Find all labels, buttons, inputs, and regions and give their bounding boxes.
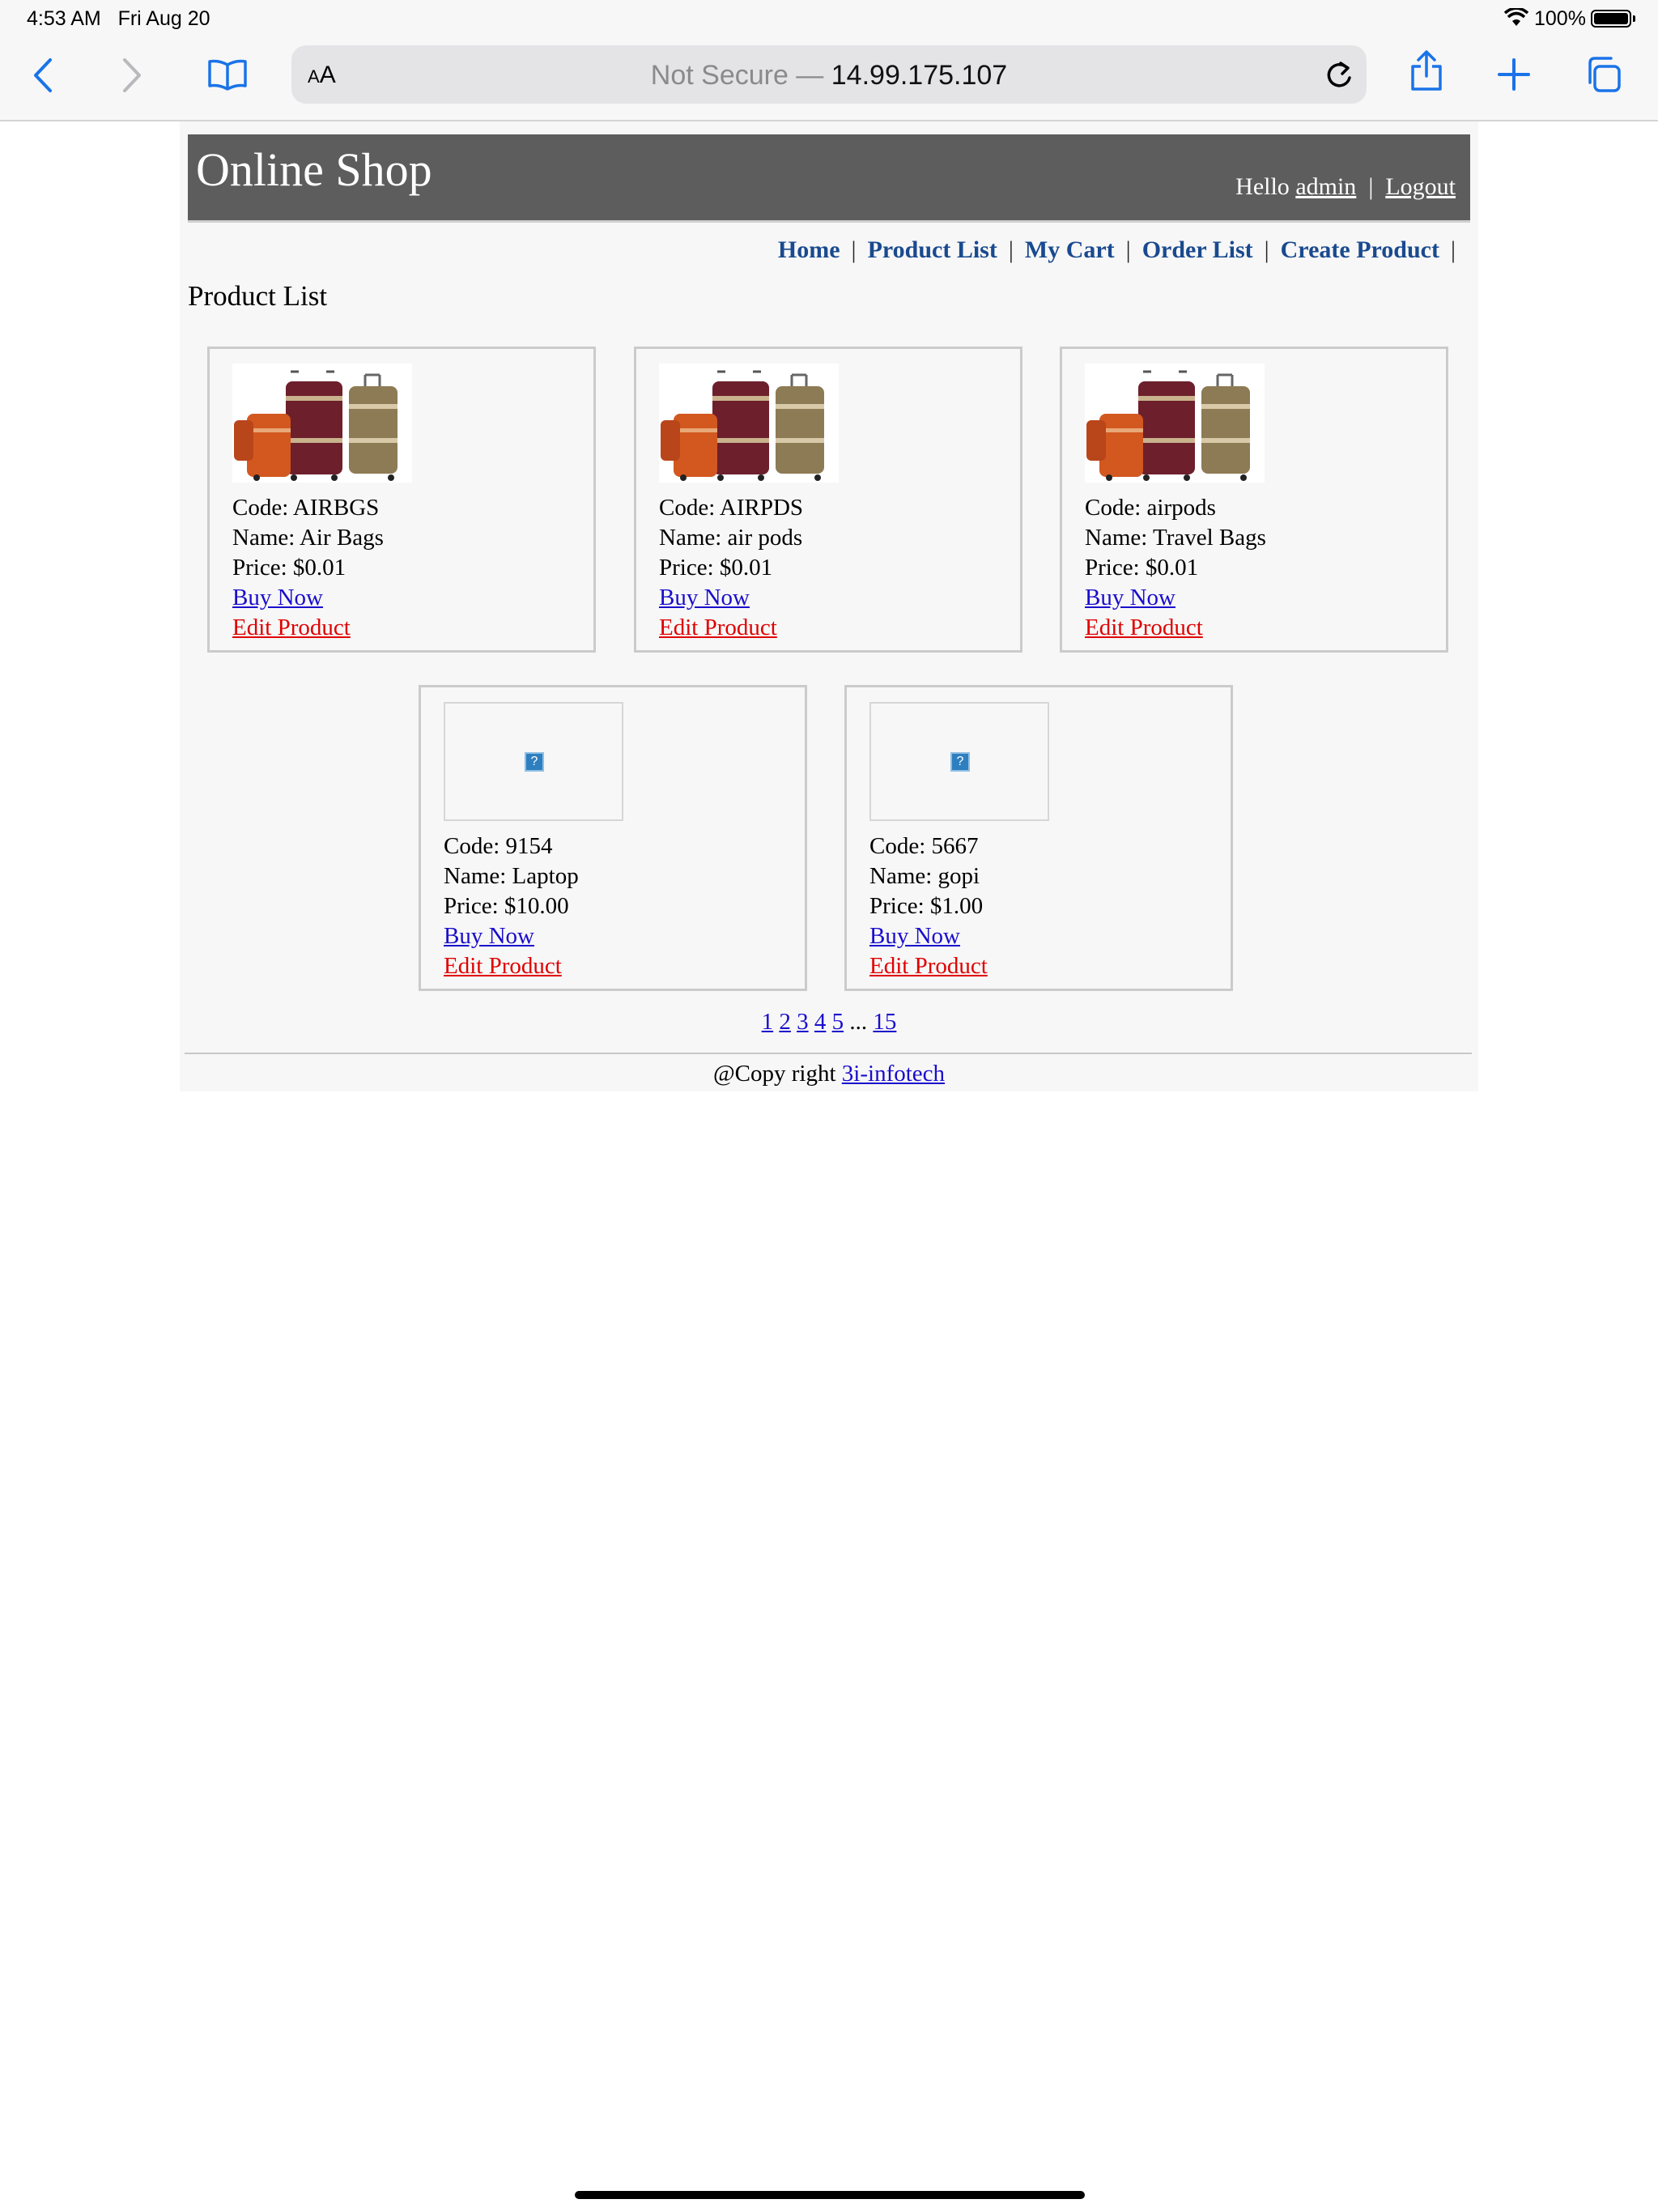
menu-order-list[interactable]: Order List — [1142, 236, 1253, 263]
pagination: 1 2 3 4 5 ... 15 — [180, 1009, 1478, 1036]
broken-image-icon: ? — [525, 752, 544, 772]
status-time: 4:53 AM Fri Aug 20 — [27, 7, 210, 31]
product-info: Code: AIRBGS Name: Air Bags Price: $0.01… — [232, 493, 384, 643]
product-code: Code: airpods — [1085, 495, 1216, 521]
product-name: Name: Laptop — [444, 863, 579, 889]
bookmarks-icon[interactable] — [207, 58, 248, 91]
menu-product-list[interactable]: Product List — [868, 236, 997, 263]
product-price: Price: $10.00 — [444, 893, 569, 919]
product-card: Code: airpods Name: Travel Bags Price: $… — [1060, 347, 1448, 653]
page-link-3[interactable]: 3 — [797, 1009, 809, 1035]
product-image[interactable] — [1085, 364, 1265, 483]
company-link[interactable]: 3i-infotech — [842, 1061, 945, 1087]
site-header: Online Shop Hello admin | Logout — [188, 134, 1470, 223]
battery-percent: 100% — [1534, 7, 1586, 30]
product-price: Price: $0.01 — [659, 555, 773, 581]
product-info: Code: 9154 Name: Laptop Price: $10.00 Bu… — [444, 832, 579, 981]
product-card: ? Code: 5667 Name: gopi Price: $1.00 Buy… — [844, 685, 1233, 991]
page-title: Product List — [188, 280, 328, 312]
edit-product-link[interactable]: Edit Product — [444, 953, 562, 979]
product-name: Name: air pods — [659, 525, 803, 551]
product-info: Code: airpods Name: Travel Bags Price: $… — [1085, 493, 1266, 643]
site-brand: Online Shop — [196, 143, 432, 196]
product-info: Code: AIRPDS Name: air pods Price: $0.01… — [659, 493, 803, 643]
product-name: Name: Air Bags — [232, 525, 384, 551]
page-link-5[interactable]: 5 — [832, 1009, 844, 1035]
product-card: Code: AIRPDS Name: air pods Price: $0.01… — [634, 347, 1022, 653]
product-image[interactable]: ? — [444, 702, 623, 821]
site-footer: @Copy right 3i-infotech — [180, 1061, 1478, 1087]
edit-product-link[interactable]: Edit Product — [232, 615, 351, 640]
product-image[interactable] — [659, 364, 839, 483]
product-name: Name: gopi — [869, 863, 980, 889]
url-display[interactable]: Not Secure — 14.99.175.107 — [291, 60, 1367, 91]
battery-nub — [1633, 15, 1635, 22]
buy-now-link[interactable]: Buy Now — [444, 923, 534, 949]
broken-image-icon: ? — [950, 752, 970, 772]
edit-product-link[interactable]: Edit Product — [659, 615, 777, 640]
edit-product-link[interactable]: Edit Product — [1085, 615, 1203, 640]
product-code: Code: 9154 — [444, 833, 553, 859]
wifi-icon — [1503, 6, 1529, 33]
product-code: Code: AIRBGS — [232, 495, 380, 521]
product-name: Name: Travel Bags — [1085, 525, 1266, 551]
product-code: Code: 5667 — [869, 833, 979, 859]
page-link-2[interactable]: 2 — [779, 1009, 791, 1035]
menu-separator: | — [851, 236, 857, 263]
home-indicator[interactable] — [575, 2191, 1085, 2199]
buy-now-link[interactable]: Buy Now — [232, 585, 323, 610]
back-icon[interactable] — [31, 57, 55, 94]
main-menu: Home | Product List | My Cart | Order List | Cre… — [778, 236, 1467, 264]
forward-icon[interactable] — [120, 57, 144, 94]
buy-now-link[interactable]: Buy Now — [1085, 585, 1175, 610]
product-card: ? Code: 9154 Name: Laptop Price: $10.00 … — [419, 685, 807, 991]
product-price: Price: $0.01 — [1085, 555, 1199, 581]
battery-icon — [1591, 10, 1631, 28]
tabs-overview-icon[interactable] — [1584, 55, 1622, 94]
menu-separator: | — [1264, 236, 1269, 263]
menu-separator: | — [1450, 236, 1456, 263]
product-image[interactable] — [232, 364, 412, 483]
page-link-last[interactable]: 15 — [873, 1009, 896, 1035]
menu-home[interactable]: Home — [778, 236, 840, 263]
product-info: Code: 5667 Name: gopi Price: $1.00 Buy N… — [869, 832, 988, 981]
web-page: Online Shop Hello admin | Logout Home | Pr… — [180, 121, 1478, 1091]
edit-product-link[interactable]: Edit Product — [869, 953, 988, 979]
status-bar: 4:53 AM Fri Aug 20 100% — [0, 0, 1658, 39]
product-price: Price: $0.01 — [232, 555, 346, 581]
page-link-4[interactable]: 4 — [814, 1009, 827, 1035]
hello-text: Hello — [1235, 173, 1290, 200]
address-bar[interactable]: AA Not Secure — 14.99.175.107 — [291, 45, 1367, 104]
username-link[interactable]: admin — [1295, 173, 1356, 200]
share-icon[interactable] — [1409, 49, 1444, 92]
luggage-image — [232, 364, 412, 483]
clock-time: 4:53 AM — [27, 7, 101, 30]
menu-create-product[interactable]: Create Product — [1281, 236, 1439, 263]
new-tab-icon[interactable] — [1496, 57, 1532, 92]
buy-now-link[interactable]: Buy Now — [869, 923, 960, 949]
product-price: Price: $1.00 — [869, 893, 984, 919]
reload-icon[interactable] — [1323, 57, 1355, 96]
product-image[interactable]: ? — [869, 702, 1049, 821]
product-code: Code: AIRPDS — [659, 495, 804, 521]
footer-divider — [185, 1053, 1472, 1054]
copyright-text: @Copy right — [712, 1061, 836, 1087]
buy-now-link[interactable]: Buy Now — [659, 585, 750, 610]
page-link-1[interactable]: 1 — [762, 1009, 774, 1035]
logout-link[interactable]: Logout — [1385, 173, 1456, 200]
user-box: Hello admin | Logout — [1235, 173, 1456, 200]
url-host: 14.99.175.107 — [831, 60, 1008, 91]
product-card: Code: AIRBGS Name: Air Bags Price: $0.01… — [207, 347, 596, 653]
luggage-image — [659, 364, 839, 483]
url-security-label: Not Secure — — [650, 60, 831, 91]
luggage-image — [1085, 364, 1265, 483]
pagination-ellipsis: ... — [849, 1009, 868, 1035]
menu-separator: | — [1008, 236, 1014, 263]
browser-toolbar: AA Not Secure — 14.99.175.107 — [0, 39, 1658, 121]
menu-my-cart[interactable]: My Cart — [1025, 236, 1115, 263]
menu-separator: | — [1125, 236, 1131, 263]
clock-date: Fri Aug 20 — [117, 7, 210, 30]
